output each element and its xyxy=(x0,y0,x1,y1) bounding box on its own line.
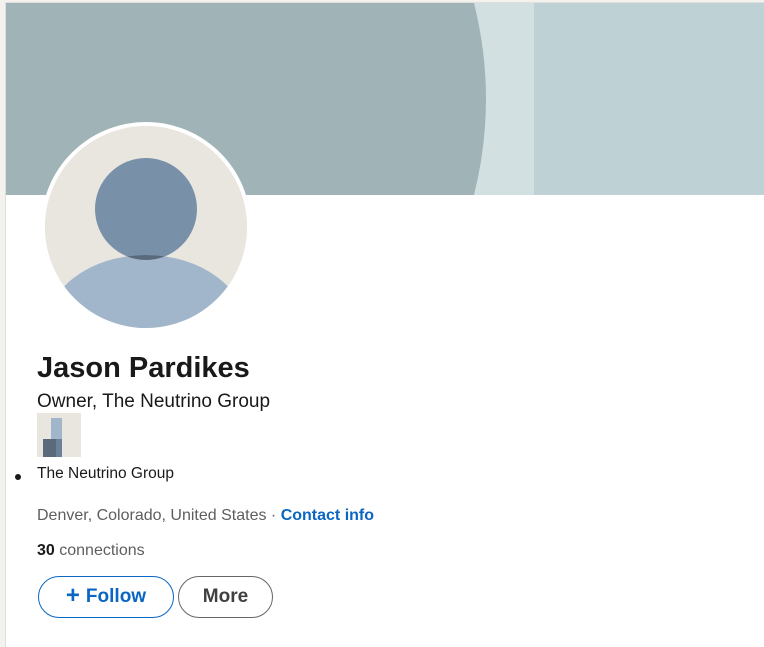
location-line: Denver, Colorado, United States · Contac… xyxy=(37,505,374,527)
more-button[interactable]: More xyxy=(178,576,273,618)
company-name: The Neutrino Group xyxy=(37,465,174,482)
contact-info-link[interactable]: Contact info xyxy=(281,507,374,524)
company-list: The Neutrino Group xyxy=(6,463,174,485)
connections-count: 30 xyxy=(37,542,55,559)
avatar-icon xyxy=(45,126,247,328)
connections-line[interactable]: 30 connections xyxy=(37,540,145,562)
profile-headline: Owner, The Neutrino Group xyxy=(37,391,271,412)
connections-label: connections xyxy=(59,542,145,559)
follow-button[interactable]: + Follow xyxy=(38,576,174,618)
profile-page: Jason Pardikes Owner, The Neutrino Group… xyxy=(0,0,764,647)
profile-photo[interactable] xyxy=(41,122,251,332)
location-text: Denver, Colorado, United States xyxy=(37,507,267,524)
company-logo-icon[interactable] xyxy=(37,413,81,457)
plus-icon: + xyxy=(65,582,80,609)
more-label: More xyxy=(202,586,249,607)
company-item[interactable]: The Neutrino Group xyxy=(6,463,174,485)
bullet-icon xyxy=(15,474,21,480)
separator: · xyxy=(270,507,277,524)
profile-card: Jason Pardikes Owner, The Neutrino Group… xyxy=(5,2,764,647)
follow-label: Follow xyxy=(85,586,147,607)
profile-name: Jason Pardikes xyxy=(37,352,250,384)
